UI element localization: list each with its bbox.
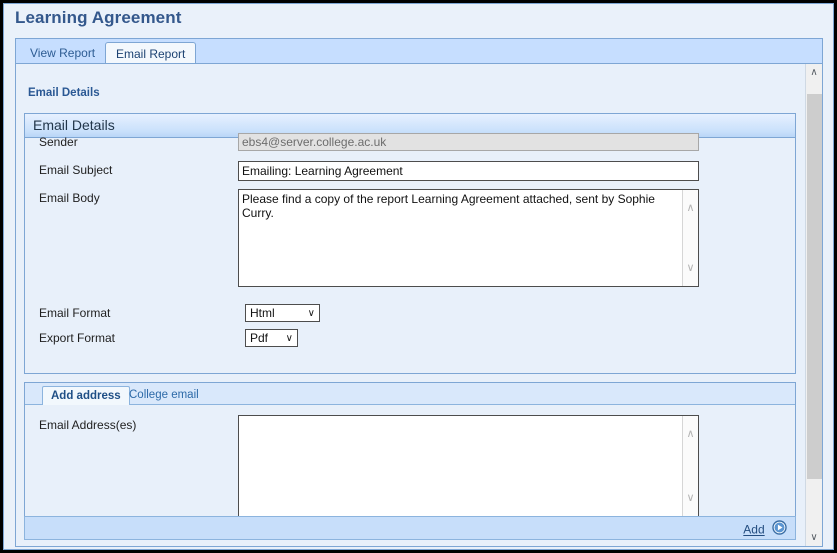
sender-label: Sender	[39, 135, 78, 149]
application-window: Learning Agreement View Report Email Rep…	[3, 3, 834, 550]
add-button-label: Add	[743, 522, 765, 537]
tab-view-report-label: View Report	[30, 46, 96, 60]
tab-view-report[interactable]: View Report	[20, 42, 105, 65]
email-body-textarea[interactable]: Please find a copy of the report Learnin…	[238, 189, 699, 287]
scroll-up-icon[interactable]: ∧	[683, 200, 698, 216]
section-caption: Email Details	[28, 87, 100, 99]
subject-label: Email Subject	[39, 163, 113, 177]
scroll-up-icon[interactable]: ∧	[683, 426, 698, 442]
address-tab-strip: Add address College email	[25, 383, 795, 405]
chevron-down-icon: ∨	[285, 333, 293, 344]
email-details-group: Email Details Sender Email Subject Email…	[24, 113, 796, 374]
report-tab-strip: View Report Email Report	[15, 38, 823, 65]
scroll-down-icon[interactable]: ∨	[806, 529, 822, 546]
tab-college-email[interactable]: College email	[121, 386, 207, 405]
export-format-select[interactable]: Pdf ∨	[245, 329, 298, 347]
tab-email-report[interactable]: Email Report	[105, 42, 197, 65]
scrollbar-thumb[interactable]	[807, 94, 822, 479]
email-addresses-textarea[interactable]: ∧ ∨	[238, 415, 699, 517]
email-addresses-label: Email Address(es)	[39, 418, 137, 432]
scroll-down-icon[interactable]: ∨	[683, 490, 698, 506]
address-group: Add address College email Email Address(…	[24, 382, 796, 537]
email-format-select[interactable]: Html ∨	[245, 304, 320, 322]
panel-vertical-scrollbar[interactable]: ∧ ∨	[805, 64, 822, 546]
export-format-label: Export Format	[39, 331, 116, 345]
email-subject-input[interactable]	[238, 161, 699, 181]
tab-add-address-label: Add address	[51, 390, 121, 402]
email-format-value: Html	[250, 306, 275, 320]
tab-college-email-label: College email	[129, 389, 199, 401]
page-title: Learning Agreement	[15, 8, 182, 27]
tab-email-report-label: Email Report	[116, 47, 186, 61]
email-body-text: Please find a copy of the report Learnin…	[242, 192, 655, 220]
tab-add-address[interactable]: Add address	[42, 386, 130, 405]
email-body-label: Email Body	[39, 191, 100, 205]
play-circle-icon	[772, 520, 787, 538]
export-format-value: Pdf	[250, 331, 269, 345]
action-footer-bar: Add	[24, 516, 796, 540]
sender-input[interactable]	[238, 133, 699, 151]
email-addresses-scrollbar[interactable]: ∧ ∨	[682, 416, 698, 516]
scroll-down-icon[interactable]: ∨	[683, 260, 698, 276]
email-details-header-label: Email Details	[33, 117, 115, 133]
scroll-up-icon[interactable]: ∧	[806, 64, 822, 81]
email-body-scrollbar[interactable]: ∧ ∨	[682, 190, 698, 286]
email-format-label: Email Format	[39, 306, 111, 320]
chevron-down-icon: ∨	[307, 308, 315, 319]
add-button[interactable]: Add	[743, 520, 787, 537]
email-report-panel: Email Details Email Details Sender Email…	[15, 63, 823, 547]
